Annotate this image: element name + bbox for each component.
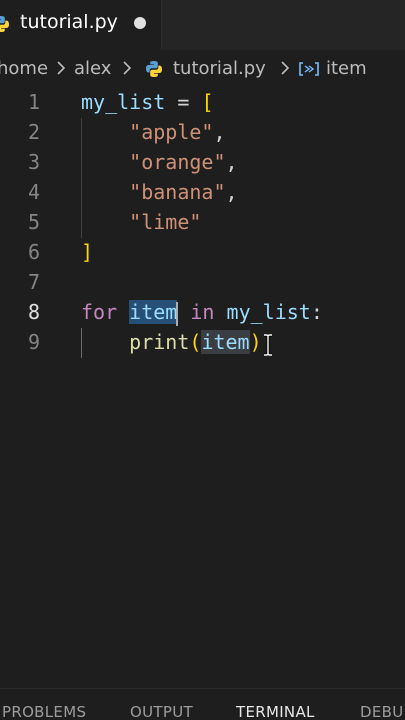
python-icon: [145, 60, 163, 83]
token-variable-selected[interactable]: item: [129, 300, 178, 324]
breadcrumb-item-symbol[interactable]: item: [326, 58, 367, 79]
line-number: 4: [27, 180, 40, 204]
token-variable: my_list: [226, 300, 311, 324]
tab-label: tutorial.py: [20, 11, 118, 33]
token-keyword: for: [81, 300, 118, 324]
code-line-4[interactable]: 4 "banana",: [0, 178, 405, 208]
token-comma: ,: [225, 180, 238, 204]
token-comma: ,: [213, 120, 226, 144]
token-paren: (: [189, 330, 202, 354]
line-number: 9: [27, 330, 40, 354]
code-line-3[interactable]: 3 "orange",: [0, 148, 405, 178]
token-string: "banana": [129, 180, 226, 204]
line-code: ]: [81, 240, 93, 264]
chevron-right-icon: [122, 60, 132, 81]
line-number-active: 8: [27, 300, 40, 324]
panel-tab-bar: PROBLEMS OUTPUT TERMINAL DEBU: [0, 688, 405, 720]
tab-problems[interactable]: PROBLEMS: [2, 703, 86, 720]
chevron-right-icon: [280, 60, 290, 81]
tab-debug-console[interactable]: DEBU: [360, 703, 404, 720]
line-number: 3: [27, 150, 40, 174]
tab-output[interactable]: OUTPUT: [130, 703, 193, 720]
vscode-window: tutorial.py home alex tutorial.py item 1…: [0, 0, 405, 720]
tab-terminal[interactable]: TERMINAL: [236, 703, 315, 720]
text-cursor: [176, 301, 179, 326]
line-code: "apple",: [81, 120, 226, 144]
code-line-2[interactable]: 2 "apple",: [0, 118, 405, 148]
token-bracket: ]: [81, 240, 94, 264]
chevron-right-icon: [56, 60, 66, 81]
code-editor[interactable]: 1 my_list = [ 2 "apple", 3 "orange", 4 "…: [0, 88, 405, 688]
token-paren: ): [249, 330, 262, 354]
line-number: 1: [27, 90, 40, 114]
breadcrumb-item-alex[interactable]: alex: [74, 58, 111, 79]
breadcrumb: home alex tutorial.py item: [0, 50, 405, 88]
code-line-7[interactable]: 7: [0, 268, 405, 298]
unsaved-dot-icon[interactable]: [134, 17, 146, 29]
breadcrumb-item-file[interactable]: tutorial.py: [173, 58, 266, 79]
tab-tutorial-py[interactable]: tutorial.py: [0, 0, 162, 50]
line-number: 5: [27, 210, 40, 234]
token-variable: my_list: [81, 90, 166, 114]
code-line-5[interactable]: 5 "lime": [0, 208, 405, 238]
line-code: "orange",: [81, 150, 238, 174]
token-function: print: [129, 330, 190, 354]
breadcrumb-item-home[interactable]: home: [0, 58, 48, 79]
code-line-1[interactable]: 1 my_list = [: [0, 88, 405, 118]
code-line-6[interactable]: 6 ]: [0, 238, 405, 268]
token-variable-reference[interactable]: item: [201, 330, 250, 354]
token-keyword: in: [190, 300, 215, 324]
token-string: "apple": [129, 120, 214, 144]
editor-tab-bar: tutorial.py: [0, 0, 405, 50]
code-line-9[interactable]: 9 print(item): [0, 328, 405, 358]
token-string: "lime": [129, 210, 202, 234]
token-string: "orange": [129, 150, 226, 174]
token-operator: =: [177, 90, 190, 114]
token-bracket: [: [201, 90, 214, 114]
line-number: 6: [27, 240, 40, 264]
code-line-8[interactable]: 8 for item in my_list:: [0, 298, 405, 328]
token-comma: ,: [225, 150, 238, 174]
line-code: for item in my_list:: [81, 300, 323, 326]
line-number: 2: [27, 120, 40, 144]
line-code: "lime": [81, 210, 201, 234]
python-icon: [0, 15, 10, 37]
variable-symbol-icon: [298, 61, 320, 82]
line-number: 7: [27, 270, 40, 294]
ibeam-cursor-icon: [263, 333, 273, 361]
line-code: "banana",: [81, 180, 238, 204]
line-code: my_list = [: [81, 90, 213, 114]
token-colon: :: [310, 300, 323, 324]
line-code: print(item): [81, 330, 262, 354]
